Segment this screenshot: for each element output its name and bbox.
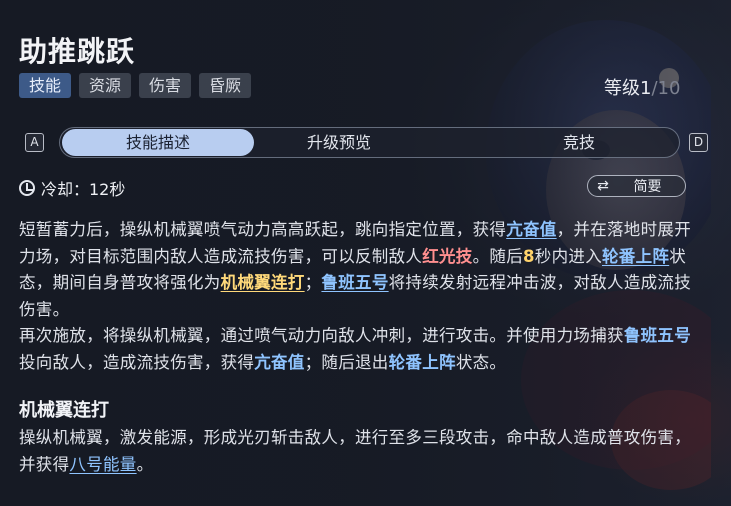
cooldown-label: 冷却：12秒: [41, 180, 126, 199]
keyword-luban-plain: 鲁班五号: [623, 326, 692, 345]
prev-tab-key-hint[interactable]: A: [25, 133, 44, 152]
tab-upgrade-preview[interactable]: 升级预览: [254, 129, 424, 156]
sub-skill-description: 操纵机械翼，激发能源，形成光刃斩击敌人，进行至多三段攻击，命中敌人造成普攻伤害，…: [19, 425, 699, 478]
tag-stun: 昏厥: [199, 73, 252, 98]
clock-icon: [19, 180, 35, 196]
swap-icon: ⇄: [597, 178, 609, 194]
skill-description: 短暂蓄力后，操纵机械翼喷气动力高高跃起，跳向指定位置，获得亢奋值，并在落地时展开…: [19, 217, 699, 376]
keyword-energy[interactable]: 八号能量: [69, 455, 136, 474]
text: 再次施放，将操纵机械翼，通过喷气动力向敌人冲刺，进行攻击。并使用力场捕获: [19, 326, 624, 345]
description-paragraph-1: 短暂蓄力后，操纵机械翼喷气动力高高跃起，跳向指定位置，获得亢奋值，并在落地时展开…: [19, 217, 699, 323]
skill-level: 等级1/10: [604, 74, 680, 100]
sub-skill-title: 机械翼连打: [19, 400, 109, 421]
level-current: 1: [640, 78, 652, 99]
text: 。随后: [472, 246, 524, 266]
text: 秒内进入: [534, 246, 602, 266]
keyword-rotation[interactable]: 轮番上阵: [602, 247, 669, 266]
tag-resource: 资源: [79, 73, 132, 98]
brief-label: 简要: [633, 179, 662, 195]
text: 。: [136, 454, 154, 474]
duration-number: 8: [523, 246, 535, 266]
keyword-wing-combo[interactable]: 机械翼连打: [221, 273, 305, 292]
text: 状态。: [455, 352, 507, 372]
tag-skill: 技能: [19, 73, 72, 98]
text: 投向敌人，造成流技伤害，获得: [19, 352, 255, 372]
skill-title: 助推跳跃: [19, 35, 136, 68]
description-paragraph-2: 再次施放，将操纵机械翼，通过喷气动力向敌人冲刺，进行攻击。并使用力场捕获鲁班五号…: [19, 323, 699, 376]
keyword-luban[interactable]: 鲁班五号: [321, 273, 388, 292]
cooldown: 冷却：12秒: [19, 176, 125, 200]
brief-toggle-button[interactable]: ⇄ 简要: [587, 175, 686, 197]
keyword-excitement[interactable]: 亢奋值: [506, 220, 556, 239]
keyword-red-skill: 红光技: [422, 246, 473, 266]
keyword-rotation-plain: 轮番上阵: [388, 352, 456, 372]
level-label: 等级: [604, 78, 640, 99]
level-max: /10: [651, 78, 681, 99]
tab-skill-description[interactable]: 技能描述: [62, 129, 254, 156]
next-tab-key-hint[interactable]: D: [689, 133, 708, 152]
skill-tags: 技能 资源 伤害 昏厥: [19, 73, 252, 98]
tab-arena[interactable]: 竞技: [484, 129, 674, 156]
text: ；随后退出: [304, 352, 389, 372]
keyword-excitement-plain: 亢奋值: [254, 352, 305, 372]
text: ；: [304, 273, 322, 292]
tag-damage: 伤害: [139, 73, 192, 98]
text: 短暂蓄力后，操纵机械翼喷气动力高高跃起，跳向指定位置，获得: [19, 220, 507, 239]
tab-bar: 技能描述 升级预览 竞技: [59, 127, 680, 158]
